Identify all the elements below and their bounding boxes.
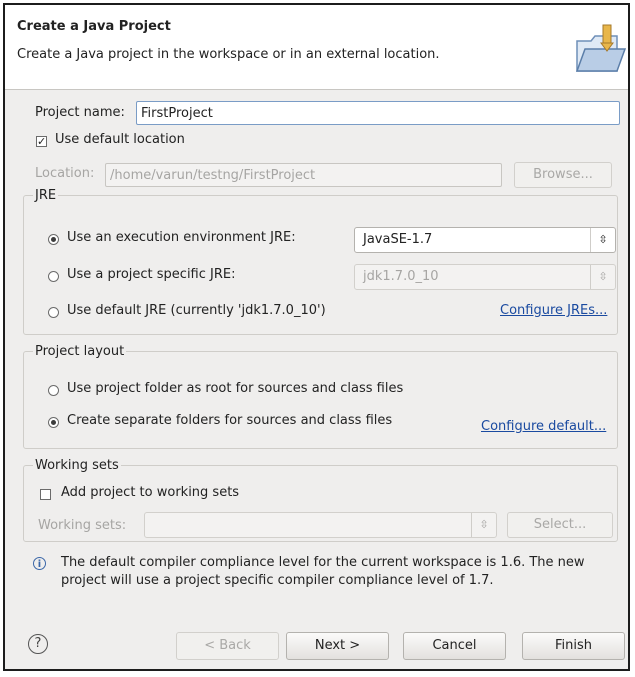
project-name-label: Project name:	[35, 105, 125, 120]
wizard-title: Create a Java Project	[17, 19, 171, 34]
compliance-info-line-2: project will use a project specific comp…	[61, 573, 494, 588]
jre-execution-environment-radio[interactable]	[48, 234, 59, 245]
jre-project-specific-radio[interactable]	[48, 271, 59, 282]
updown-arrows-icon: ⇳	[590, 265, 615, 289]
updown-arrows-icon: ⇳	[471, 513, 496, 537]
compliance-info-line-1: The default compiler compliance level fo…	[61, 555, 585, 570]
finish-button[interactable]: Finish	[522, 632, 625, 660]
layout-root-label: Use project folder as root for sources a…	[67, 381, 404, 396]
layout-separate-label: Create separate folders for sources and …	[67, 413, 393, 428]
wizard-description: Create a Java project in the workspace o…	[17, 47, 440, 62]
jre-group-title: JRE	[33, 188, 59, 203]
project-layout-group-title: Project layout	[33, 344, 127, 359]
project-layout-group	[23, 351, 618, 449]
use-default-location-checkbox[interactable]: ✓	[36, 136, 47, 147]
execution-environment-value: JavaSE-1.7	[363, 232, 433, 247]
create-java-project-dialog: Create a Java Project Create a Java proj…	[3, 3, 630, 671]
layout-root-radio[interactable]	[48, 385, 59, 396]
jre-project-specific-label: Use a project specific JRE:	[67, 267, 236, 282]
select-working-sets-button[interactable]: Select...	[507, 512, 613, 538]
jre-default-radio[interactable]	[48, 307, 59, 318]
next-button[interactable]: Next >	[286, 632, 389, 660]
project-specific-jre-value: jdk1.7.0_10	[363, 269, 439, 284]
location-input[interactable]	[105, 163, 502, 187]
updown-arrows-icon: ⇳	[590, 228, 615, 252]
browse-button[interactable]: Browse...	[514, 162, 612, 188]
configure-default-link[interactable]: Configure default...	[481, 419, 606, 434]
layout-separate-radio[interactable]	[48, 417, 59, 428]
wizard-banner: Create a Java Project Create a Java proj…	[5, 5, 628, 90]
jre-execution-environment-label: Use an execution environment JRE:	[67, 230, 296, 245]
cancel-button[interactable]: Cancel	[403, 632, 506, 660]
help-icon[interactable]: ?	[28, 634, 48, 654]
location-label: Location:	[35, 166, 95, 181]
working-sets-group-title: Working sets	[33, 458, 121, 473]
working-sets-select[interactable]: ⇳	[144, 512, 497, 538]
working-sets-label: Working sets:	[38, 518, 127, 533]
project-specific-jre-select[interactable]: jdk1.7.0_10 ⇳	[354, 264, 616, 290]
add-to-working-sets-label: Add project to working sets	[61, 485, 240, 500]
add-to-working-sets-checkbox[interactable]	[40, 489, 51, 500]
new-java-project-folder-icon	[575, 24, 627, 72]
project-name-input[interactable]	[136, 101, 620, 125]
back-button[interactable]: < Back	[176, 632, 279, 660]
configure-jres-link[interactable]: Configure JREs...	[500, 303, 607, 318]
info-icon: i	[33, 557, 46, 570]
execution-environment-select[interactable]: JavaSE-1.7 ⇳	[354, 227, 616, 253]
jre-default-label: Use default JRE (currently 'jdk1.7.0_10'…	[67, 303, 326, 318]
use-default-location-label: Use default location	[55, 132, 185, 147]
